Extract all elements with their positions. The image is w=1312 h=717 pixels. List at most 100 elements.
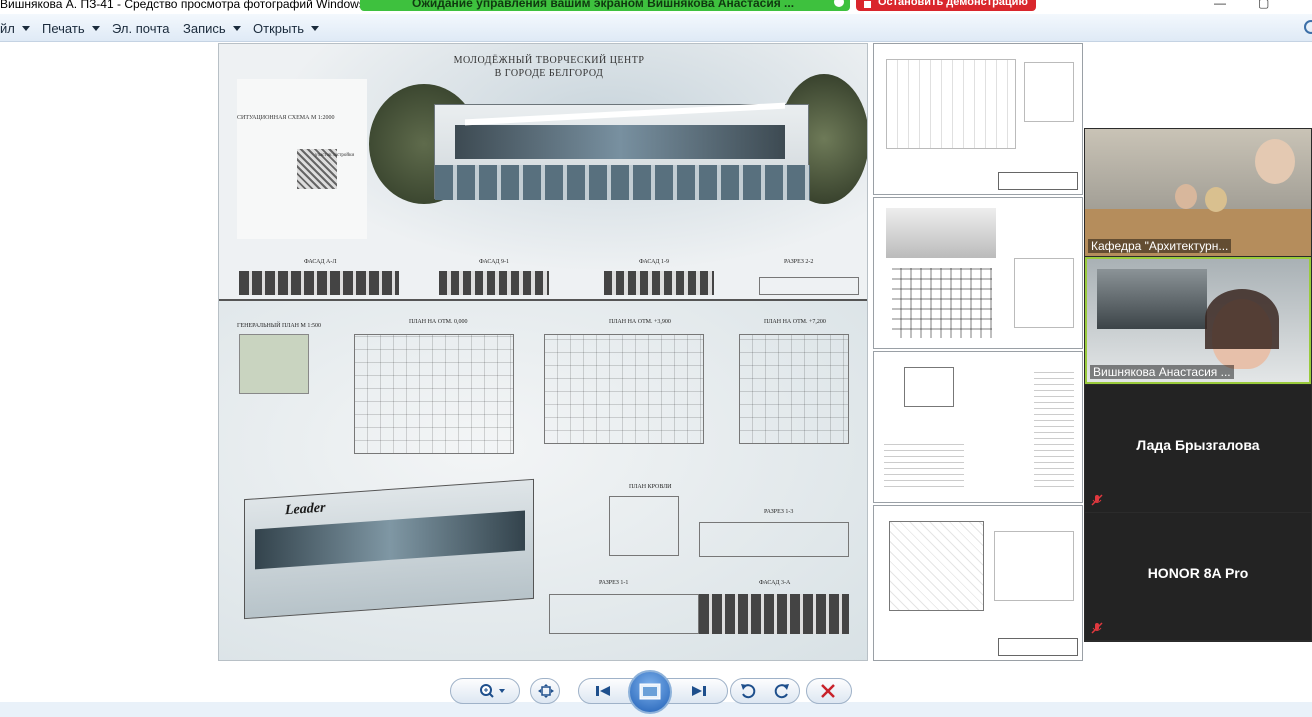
plan-0-label: ПЛАН НА ОТМ. 0,000	[409, 319, 468, 325]
architecture-poster: МОЛОДЁЖНЫЙ ТВОРЧЕСКИЙ ЦЕНТР В ГОРОДЕ БЕЛ…	[218, 43, 868, 661]
participant-tile-honor[interactable]: HONOR 8A Pro	[1085, 513, 1311, 640]
building-render-lower: Leader	[244, 478, 534, 620]
drawing-sheet-4	[873, 505, 1083, 661]
check-icon	[834, 0, 844, 7]
section-11-label: РАЗРЕЗ 1-1	[599, 580, 629, 586]
situation-plan-label: СИТУАЦИОННАЯ СХЕМА М 1:2000	[237, 115, 335, 121]
facade-1-label: ФАСАД 1-9	[639, 259, 670, 265]
menu-file-label: йл	[0, 21, 15, 36]
menu-burn[interactable]: Запись	[183, 21, 241, 36]
situation-plan: СИТУАЦИОННАЯ СХЕМА М 1:2000 участок заст…	[237, 79, 367, 239]
section-13-label: РАЗРЕЗ 1-3	[764, 509, 794, 515]
sheet-2-detail	[1014, 258, 1074, 328]
genplan-label: ГЕНЕРАЛЬНЫЙ ПЛАН М 1:500	[237, 323, 322, 329]
muted-mic-icon	[1091, 494, 1103, 506]
drawing-sheet-3	[873, 351, 1083, 503]
building-glass	[455, 125, 785, 159]
zoom-icon	[480, 684, 505, 698]
delete-icon	[821, 684, 835, 698]
facade-3a-drawing	[699, 594, 849, 634]
rotate-left-icon	[741, 684, 756, 699]
menu-print-label: Печать	[42, 21, 85, 36]
video-person-3	[1205, 187, 1227, 212]
participant-name: Вишнякова Анастасия ...	[1090, 365, 1234, 379]
rotate-right-icon	[774, 684, 789, 699]
facades-row: ФАСАД А-Л ФАСАД 9-1 ФАСАД 1-9 РАЗРЕЗ 2-2	[239, 259, 859, 299]
next-icon	[692, 686, 706, 696]
sheet-3-table	[884, 442, 964, 492]
participant-tile-lada[interactable]: Лада Брызгалова	[1085, 385, 1311, 512]
slideshow-button[interactable]	[628, 670, 672, 714]
minimize-button[interactable]: —	[1214, 0, 1226, 10]
sheet-2-graphic	[886, 208, 996, 258]
sheet-4-plan	[889, 521, 984, 611]
zoom-button[interactable]	[475, 682, 511, 700]
participant-name: Лада Брызгалова	[1136, 437, 1260, 453]
sheet-1-stamp	[998, 172, 1078, 190]
drawing-sheet-1	[873, 43, 1083, 195]
video-speaker-hair	[1205, 289, 1279, 349]
floor-plan-7	[739, 334, 849, 444]
menu-file[interactable]: йл	[0, 21, 30, 36]
genplan-drawing	[239, 334, 309, 394]
section-11-drawing	[549, 594, 699, 634]
menu-email[interactable]: Эл. почта	[112, 21, 170, 36]
roof-plan-drawing	[609, 496, 679, 556]
stop-share-button[interactable]: Остановить демонстрацию	[856, 0, 1036, 11]
chevron-down-icon	[311, 26, 320, 31]
sheet-1-graphic	[886, 59, 1016, 149]
section-22-label: РАЗРЕЗ 2-2	[784, 259, 814, 265]
sheet-4-detail	[994, 531, 1074, 601]
facade-drawing-3	[604, 271, 714, 295]
help-icon[interactable]	[1304, 20, 1312, 34]
facade-a-label: ФАСАД А-Л	[304, 259, 337, 265]
next-button[interactable]	[688, 682, 710, 700]
facade-9-label: ФАСАД 9-1	[479, 259, 510, 265]
poster-title: МОЛОДЁЖНЫЙ ТВОРЧЕСКИЙ ЦЕНТР В ГОРОДЕ БЕЛ…	[449, 54, 649, 80]
menu-print[interactable]: Печать	[42, 21, 100, 36]
video-poster-background	[1097, 269, 1207, 329]
menu-email-label: Эл. почта	[112, 21, 170, 36]
muted-mic-icon	[1091, 622, 1103, 634]
previous-button[interactable]	[592, 682, 614, 700]
sheet-3-notes	[1034, 372, 1074, 492]
share-status-text: Ожидание управления вашим экраном Вишняк…	[412, 0, 795, 10]
stop-share-label: Остановить демонстрацию	[878, 0, 1028, 8]
floor-plan-0	[354, 334, 514, 454]
brand-sign: Leader	[285, 500, 326, 519]
delete-button[interactable]	[817, 682, 839, 700]
rotate-right-button[interactable]	[771, 682, 793, 700]
building-render	[434, 102, 810, 200]
poster-title-line2: В ГОРОДЕ БЕЛГОРОД	[494, 68, 604, 79]
participant-name: HONOR 8A Pro	[1147, 565, 1249, 581]
menu-open[interactable]: Открыть	[253, 21, 320, 36]
maximize-button[interactable]: ▢	[1258, 0, 1269, 10]
menu-open-label: Открыть	[253, 21, 305, 36]
screen-share-banner: Ожидание управления вашим экраном Вишняк…	[360, 0, 850, 11]
chevron-down-icon	[21, 26, 30, 31]
floor-plan-3	[544, 334, 704, 444]
participant-name: Кафедра "Архитектурн...	[1088, 239, 1232, 253]
slideshow-icon	[639, 683, 661, 700]
building-ground-floor	[435, 165, 810, 200]
poster-title-line1: МОЛОДЁЖНЫЙ ТВОРЧЕСКИЙ ЦЕНТР	[453, 55, 645, 66]
facade-drawing-2	[439, 271, 549, 295]
sheet-4-stamp	[998, 638, 1078, 656]
rotate-left-button[interactable]	[737, 682, 759, 700]
fit-icon	[538, 684, 554, 698]
plan-3-label: ПЛАН НА ОТМ. +3,900	[609, 319, 671, 325]
sheet-1-detail	[1024, 62, 1074, 122]
section-13-drawing	[699, 522, 849, 557]
roof-plan-label: ПЛАН КРОВЛИ	[629, 484, 672, 490]
menu-bar: йл Печать Эл. почта Запись Открыть	[0, 14, 1312, 42]
plan-7-label: ПЛАН НА ОТМ. +7,200	[764, 319, 826, 325]
menu-burn-label: Запись	[183, 21, 226, 36]
sheet-3-plan	[904, 367, 954, 407]
participant-tile-department[interactable]: Кафедра "Архитектурн...	[1085, 129, 1311, 256]
participant-tile-speaker[interactable]: Вишнякова Анастасия ...	[1085, 257, 1311, 384]
chevron-down-icon	[91, 26, 100, 31]
site-label: участок застройки	[315, 153, 355, 158]
facade-drawing-1	[239, 271, 399, 295]
stop-icon	[864, 1, 871, 8]
fit-window-button[interactable]	[535, 682, 557, 700]
